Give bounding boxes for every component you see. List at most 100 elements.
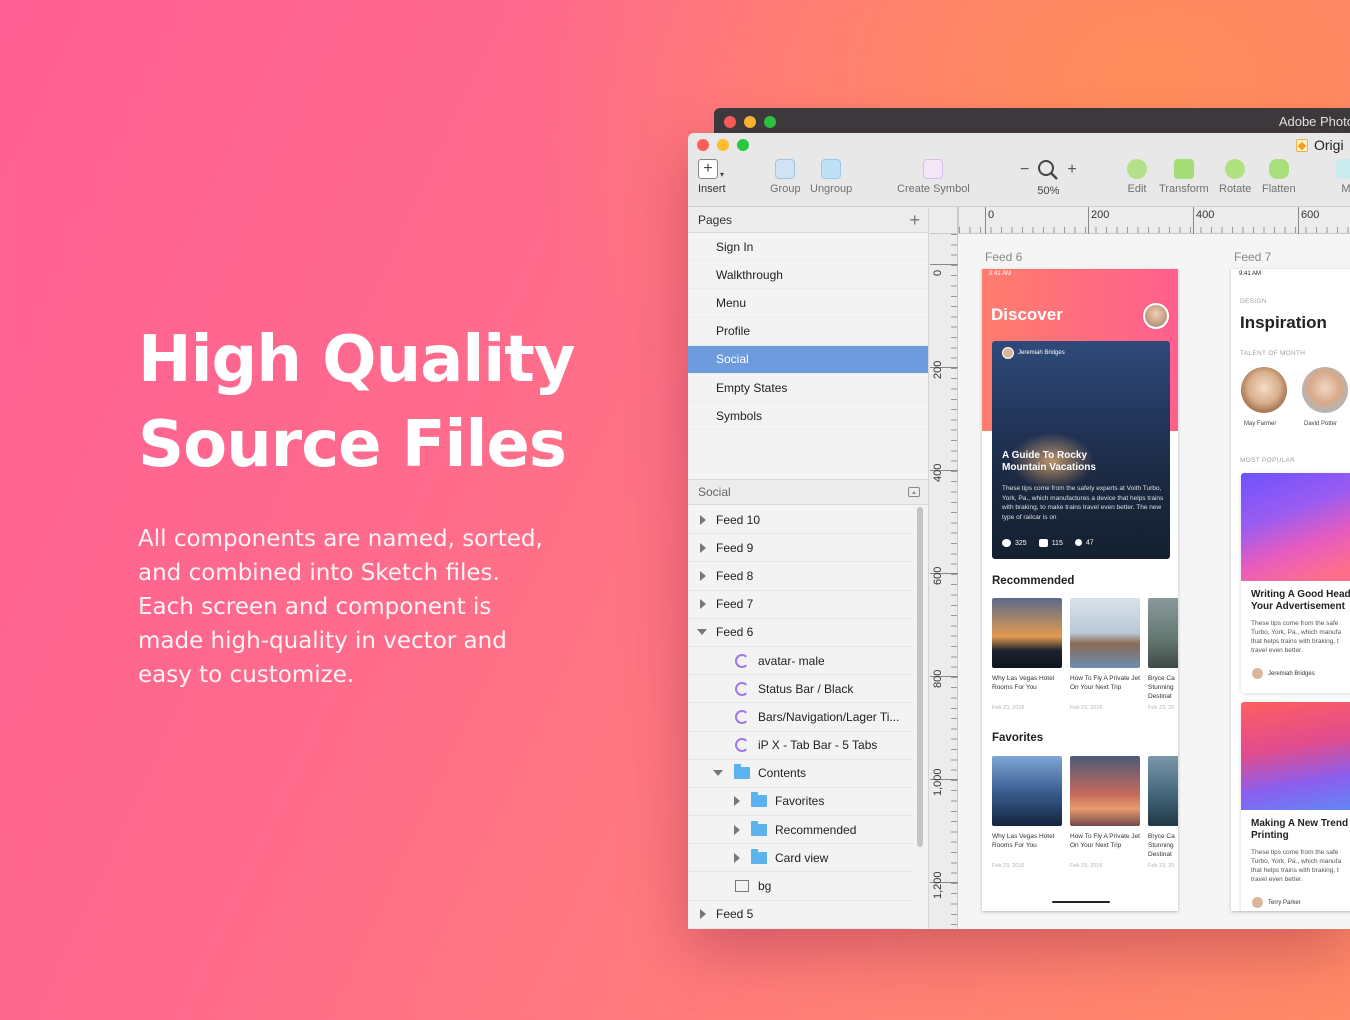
layer-feed-6[interactable]: Feed 6 bbox=[688, 619, 914, 647]
disclosure-right-icon[interactable] bbox=[700, 570, 706, 581]
layer-feed-5[interactable]: Feed 5 bbox=[688, 901, 914, 929]
flatten-button[interactable]: Flatten bbox=[1262, 159, 1296, 195]
close-button[interactable] bbox=[724, 116, 736, 128]
layer-avatar-male[interactable]: avatar- male bbox=[688, 647, 914, 676]
page-item-profile[interactable]: Profile bbox=[688, 318, 928, 346]
card-body-line: that helps trains with braking, t bbox=[1251, 867, 1339, 874]
layer-navigation-bar[interactable]: Bars/Navigation/Lager Ti... bbox=[688, 703, 914, 732]
layer-feed-8[interactable]: Feed 8 bbox=[688, 562, 914, 591]
comments-count: 115 bbox=[1038, 539, 1063, 547]
hero-description-line: easy to customize. bbox=[138, 662, 355, 688]
artboard-label-feed-7[interactable]: Feed 7 bbox=[1234, 250, 1271, 264]
layer-feed-9[interactable]: Feed 9 bbox=[688, 534, 914, 563]
layer-feed-7[interactable]: Feed 7 bbox=[688, 591, 914, 619]
layer-bg[interactable]: bg bbox=[688, 872, 914, 901]
disclosure-right-icon[interactable] bbox=[700, 542, 706, 553]
screen-title: Discover bbox=[991, 305, 1063, 324]
thumbnail-date: Feb 23, 2016 bbox=[1070, 705, 1103, 711]
zoom-control[interactable]: − + 50% bbox=[1020, 159, 1077, 197]
disclosure-down-icon[interactable] bbox=[713, 770, 723, 777]
transform-button[interactable]: Transform bbox=[1159, 159, 1209, 195]
page-item-symbols[interactable]: Symbols bbox=[688, 402, 928, 431]
group-button[interactable]: Group bbox=[770, 159, 801, 195]
minimize-button[interactable] bbox=[717, 139, 729, 151]
hero-description-line: and combined into Sketch files. bbox=[138, 560, 500, 586]
disclosure-right-icon[interactable] bbox=[700, 514, 706, 525]
flatten-icon bbox=[1268, 159, 1289, 179]
page-item-sign-in[interactable]: Sign In bbox=[688, 233, 928, 262]
card-title-line: Your Advertisement bbox=[1251, 601, 1345, 612]
page-item-empty-states[interactable]: Empty States bbox=[688, 374, 928, 403]
disclosure-right-icon[interactable] bbox=[734, 852, 740, 863]
create-symbol-button[interactable]: Create Symbol bbox=[897, 159, 970, 195]
insert-button[interactable]: + ▾ Insert bbox=[698, 159, 726, 195]
pages-header-label: Pages bbox=[698, 212, 733, 227]
title-bar[interactable]: Origi bbox=[688, 133, 1350, 157]
layers-sidebar: Pages + Sign In Walkthrough Menu Profile… bbox=[688, 207, 929, 929]
layer-label: Bars/Navigation/Lager Ti... bbox=[758, 709, 900, 724]
hero-title: High Quality Source Files bbox=[138, 318, 598, 488]
layer-tab-bar[interactable]: iP X - Tab Bar - 5 Tabs bbox=[688, 732, 914, 760]
thumbnail-caption: Bryce Ca Stunning Destinat bbox=[1148, 675, 1175, 700]
layer-card-view[interactable]: Card view bbox=[688, 844, 914, 873]
zoom-out-button[interactable]: − bbox=[1020, 161, 1029, 179]
rotate-button[interactable]: Rotate bbox=[1219, 159, 1251, 195]
page-item-menu[interactable]: Menu bbox=[688, 289, 928, 318]
window-title: Adobe Photo bbox=[1278, 114, 1350, 129]
window-controls bbox=[724, 116, 776, 128]
close-button[interactable] bbox=[697, 139, 709, 151]
popular-card: Writing A Good Head Your Advertisement T… bbox=[1241, 473, 1350, 693]
thumbnail-image bbox=[992, 598, 1062, 668]
canvas[interactable]: 0 200 400 600 0 200 400 600 800 1,000 1,… bbox=[930, 207, 1350, 929]
disclosure-right-icon[interactable] bbox=[734, 796, 740, 807]
ruler-corner bbox=[930, 207, 958, 234]
add-page-icon[interactable]: + bbox=[909, 211, 920, 229]
disclosure-right-icon[interactable] bbox=[700, 909, 706, 920]
disclosure-right-icon[interactable] bbox=[734, 824, 740, 835]
layer-label: bg bbox=[758, 879, 772, 894]
magnifier-icon bbox=[1038, 160, 1059, 180]
edit-button[interactable]: Edit bbox=[1127, 159, 1147, 195]
more-tool-button[interactable]: M bbox=[1336, 159, 1350, 195]
disclosure-right-icon[interactable] bbox=[700, 599, 706, 610]
layer-recommended[interactable]: Recommended bbox=[688, 816, 914, 845]
vertical-ruler[interactable]: 0 200 400 600 800 1,000 1,200 bbox=[930, 234, 958, 929]
document-title-text: Origi bbox=[1314, 137, 1344, 153]
horizontal-ruler[interactable]: 0 200 400 600 bbox=[958, 207, 1350, 234]
layer-status-bar[interactable]: Status Bar / Black bbox=[688, 675, 914, 704]
hero-title-line-2: Source Files bbox=[138, 408, 567, 482]
more-tool-label: M bbox=[1341, 183, 1350, 195]
zoom-button[interactable] bbox=[737, 139, 749, 151]
layer-favorites[interactable]: Favorites bbox=[688, 788, 914, 817]
page-item-social[interactable]: Social bbox=[688, 345, 928, 374]
hero-title-line-1: High Quality bbox=[138, 323, 576, 397]
page-item-walkthrough[interactable]: Walkthrough bbox=[688, 261, 928, 290]
card-body-line: Turbo, York, Pa., which manufa bbox=[1251, 858, 1342, 865]
pages-header: Pages + bbox=[688, 207, 928, 233]
minimize-button[interactable] bbox=[744, 116, 756, 128]
talent-caption: TALENT OF MONTH bbox=[1240, 350, 1306, 357]
card-body-line: These tips come from the safe bbox=[1251, 849, 1339, 856]
artboard-label-feed-6[interactable]: Feed 6 bbox=[985, 250, 1022, 264]
layer-label: Status Bar / Black bbox=[758, 681, 854, 696]
collapse-all-icon[interactable] bbox=[908, 487, 920, 497]
layer-contents[interactable]: Contents bbox=[688, 760, 914, 788]
author-name: Jeremiah Bridges bbox=[1018, 350, 1065, 356]
zoom-in-button[interactable]: + bbox=[1067, 161, 1076, 179]
zoom-button[interactable] bbox=[764, 116, 776, 128]
card-title: Making A New Trend Printing bbox=[1251, 818, 1350, 842]
ruler-tick-label: 0 bbox=[932, 269, 944, 276]
layers-scrollbar[interactable] bbox=[917, 507, 923, 847]
layer-feed-10[interactable]: Feed 10 bbox=[688, 506, 914, 535]
document-title: Origi bbox=[1296, 137, 1344, 153]
artboard-feed-7[interactable]: 9:41 AM DESIGN Inspiration TALENT OF MON… bbox=[1231, 269, 1350, 911]
layers-header-label: Social bbox=[698, 485, 731, 499]
card-author: Jeremiah Bridges bbox=[1251, 667, 1315, 680]
author-name: Terry Parker bbox=[1268, 899, 1301, 906]
card-image bbox=[1241, 473, 1350, 581]
ruler-tick-label: 0 bbox=[988, 209, 995, 221]
disclosure-down-icon[interactable] bbox=[697, 629, 707, 636]
heart-icon bbox=[1002, 539, 1011, 547]
ungroup-button[interactable]: Ungroup bbox=[810, 159, 852, 195]
artboard-feed-6[interactable]: 9:41 AM Discover Jeremiah Bridges A Guid… bbox=[982, 269, 1178, 911]
